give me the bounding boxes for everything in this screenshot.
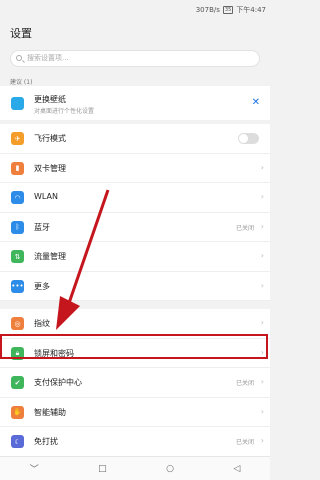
nav-bar: ﹀ □ ○ ◁ bbox=[0, 456, 270, 480]
recents-icon[interactable]: □ bbox=[98, 464, 107, 474]
back-icon[interactable]: ﹀ bbox=[30, 462, 39, 475]
red-arrow bbox=[56, 189, 110, 330]
triangle-back-icon[interactable]: ◁ bbox=[233, 464, 240, 474]
home-icon[interactable]: ○ bbox=[166, 464, 174, 474]
